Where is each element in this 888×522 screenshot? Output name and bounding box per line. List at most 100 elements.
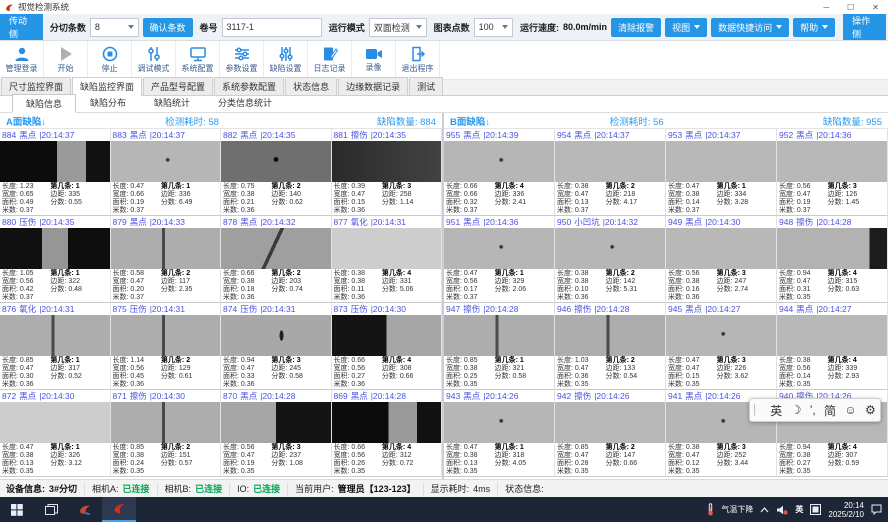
- run-mode-select[interactable]: 双面检测: [369, 18, 427, 37]
- defect-image[interactable]: [221, 315, 331, 356]
- tab-class-info-statistics[interactable]: 分类信息统计: [204, 93, 286, 112]
- defect-image[interactable]: [221, 228, 331, 269]
- defect-image[interactable]: [111, 315, 221, 356]
- panel-a-title[interactable]: A面缺陷↓: [6, 114, 46, 128]
- punctuation-toggle[interactable]: ’,: [810, 403, 816, 417]
- defect-image[interactable]: [666, 141, 776, 182]
- defect-cell[interactable]: 879 黑点 |20:14:33 长度: 0.58 宽度: 0.47 面积: 0…: [111, 216, 222, 303]
- tab-test[interactable]: 测试: [409, 77, 443, 95]
- defect-image[interactable]: [0, 141, 110, 182]
- defect-cell[interactable]: 883 黑点 |20:14:37 长度: 0.47 宽度: 0.66 面积: 0…: [111, 129, 222, 216]
- tab-size-monitor[interactable]: 尺寸监控界面: [1, 77, 71, 95]
- recording-button[interactable]: 录像: [352, 41, 396, 79]
- tab-defect-statistics[interactable]: 缺陷统计: [140, 93, 204, 112]
- defect-cell[interactable]: 881 擦伤 |20:14:35 长度: 0.39 宽度: 0.47 面积: 0…: [332, 129, 443, 216]
- defect-image[interactable]: [332, 402, 442, 443]
- defect-image[interactable]: [777, 315, 887, 356]
- taskbar-app-1[interactable]: [68, 497, 102, 522]
- ime-indicator-icon[interactable]: [810, 504, 821, 515]
- data-quick-access-menu-button[interactable]: 数据快捷访问: [711, 18, 789, 37]
- defect-image[interactable]: [555, 315, 665, 356]
- defect-cell[interactable]: 943 黑点 |20:14:26 长度: 0.47 宽度: 0.38 面积: 0…: [444, 390, 555, 477]
- defect-cell[interactable]: 869 黑点 |20:14:28 长度: 0.66 宽度: 0.56 面积: 0…: [332, 390, 443, 477]
- defect-cell[interactable]: 874 压伤 |20:14:31 长度: 0.94 宽度: 0.47 面积: 0…: [221, 303, 332, 390]
- defect-image[interactable]: [444, 402, 554, 443]
- defect-cell[interactable]: 884 黑点 |20:14:37 长度: 1.23 宽度: 0.65 面积: 0…: [0, 129, 111, 216]
- system-config-button[interactable]: 系统配置: [176, 41, 220, 79]
- defect-cell[interactable]: 954 黑点 |20:14:37 长度: 0.38 宽度: 0.47 面积: 0…: [555, 129, 666, 216]
- defect-cell[interactable]: 949 黑点 |20:14:30 长度: 0.56 宽度: 0.38 面积: 0…: [666, 216, 777, 303]
- defect-image[interactable]: [444, 315, 554, 356]
- ime-lang-toggle[interactable]: 英: [770, 402, 782, 419]
- panel-b-title[interactable]: B面缺陷↓: [450, 114, 490, 128]
- chart-points-select[interactable]: 100: [474, 18, 513, 37]
- defect-image[interactable]: [332, 315, 442, 356]
- defect-cell[interactable]: 955 黑点 |20:14:39 长度: 0.66 宽度: 0.66 面积: 0…: [444, 129, 555, 216]
- defect-cell[interactable]: 948 擦伤 |20:14:28 长度: 0.94 宽度: 0.47 面积: 0…: [777, 216, 888, 303]
- defect-cell[interactable]: 951 黑点 |20:14:36 长度: 0.47 宽度: 0.56 面积: 0…: [444, 216, 555, 303]
- defect-image[interactable]: [444, 141, 554, 182]
- defect-image[interactable]: [666, 315, 776, 356]
- defect-cell[interactable]: 875 压伤 |20:14:31 长度: 1.14 宽度: 0.56 面积: 0…: [111, 303, 222, 390]
- defect-cell[interactable]: 950 小凹坑 |20:14:32 长度: 0.38 宽度: 0.38 面积: …: [555, 216, 666, 303]
- defect-image[interactable]: [111, 141, 221, 182]
- slit-count-select[interactable]: 8: [90, 18, 139, 37]
- simplified-toggle[interactable]: 简: [824, 402, 836, 419]
- debug-mode-button[interactable]: 调试模式: [132, 41, 176, 79]
- clear-alarm-button[interactable]: 清除报警: [611, 18, 661, 37]
- log-record-button[interactable]: 日志记录: [308, 41, 352, 79]
- help-menu-button[interactable]: 帮助: [793, 18, 835, 37]
- defect-image[interactable]: [332, 141, 442, 182]
- roll-number-input[interactable]: 3117-1: [222, 18, 322, 37]
- defect-image[interactable]: [444, 228, 554, 269]
- confirm-count-button[interactable]: 确认条数: [143, 18, 193, 37]
- ime-drag-handle[interactable]: ▏: [754, 405, 762, 416]
- taskbar-clock[interactable]: 20:14 2025/2/10: [828, 501, 864, 519]
- defect-image[interactable]: [666, 228, 776, 269]
- defect-image[interactable]: [221, 141, 331, 182]
- defect-cell[interactable]: 952 黑点 |20:14:36 长度: 0.56 宽度: 0.47 面积: 0…: [777, 129, 888, 216]
- defect-image[interactable]: [332, 228, 442, 269]
- defect-cell[interactable]: 882 黑点 |20:14:35 长度: 0.75 宽度: 0.38 面积: 0…: [221, 129, 332, 216]
- drive-side-button[interactable]: 传动侧: [0, 14, 43, 40]
- gear-icon[interactable]: ⚙: [865, 403, 876, 417]
- maximize-button[interactable]: ☐: [847, 3, 854, 12]
- exit-program-button[interactable]: 退出程序: [396, 41, 440, 79]
- tab-status-info[interactable]: 状态信息: [285, 77, 337, 95]
- defect-image[interactable]: [0, 315, 110, 356]
- view-menu-button[interactable]: 视图: [665, 18, 707, 37]
- taskbar-app-2-active[interactable]: [102, 497, 136, 522]
- tab-defect-info[interactable]: 缺陷信息: [12, 94, 76, 113]
- defect-image[interactable]: [777, 228, 887, 269]
- minimize-button[interactable]: ─: [823, 3, 829, 12]
- defect-image[interactable]: [0, 402, 110, 443]
- defect-image[interactable]: [555, 228, 665, 269]
- defect-image[interactable]: [221, 402, 331, 443]
- start-menu-button[interactable]: [0, 497, 34, 522]
- defect-cell[interactable]: 942 擦伤 |20:14:26 长度: 0.85 宽度: 0.47 面积: 0…: [555, 390, 666, 477]
- admin-login-button[interactable]: 管理登录: [0, 41, 44, 79]
- volume-icon[interactable]: [776, 505, 788, 515]
- defect-image[interactable]: [111, 228, 221, 269]
- defect-cell[interactable]: 876 氧化 |20:14:31 长度: 0.85 宽度: 0.47 面积: 0…: [0, 303, 111, 390]
- defect-cell[interactable]: 878 黑点 |20:14:32 长度: 0.66 宽度: 0.38 面积: 0…: [221, 216, 332, 303]
- emoji-icon[interactable]: ☺: [844, 403, 856, 417]
- defect-settings-button[interactable]: 缺陷设置: [264, 41, 308, 79]
- weather-text[interactable]: 气温下降: [721, 504, 753, 515]
- defect-cell[interactable]: 945 黑点 |20:14:27 长度: 0.47 宽度: 0.47 面积: 0…: [666, 303, 777, 390]
- defect-cell[interactable]: 877 氧化 |20:14:31 长度: 0.38 宽度: 0.38 面积: 0…: [332, 216, 443, 303]
- operator-side-button[interactable]: 操作侧: [843, 14, 886, 40]
- close-button[interactable]: ✕: [872, 3, 879, 12]
- moon-icon[interactable]: ☽: [791, 403, 802, 417]
- task-view-button[interactable]: [34, 497, 68, 522]
- defect-cell[interactable]: 944 黑点 |20:14:27 长度: 0.38 宽度: 0.56 面积: 0…: [777, 303, 888, 390]
- defect-image[interactable]: [111, 402, 221, 443]
- defect-cell[interactable]: 953 黑点 |20:14:37 长度: 0.47 宽度: 0.38 面积: 0…: [666, 129, 777, 216]
- start-button[interactable]: 开始: [44, 41, 88, 79]
- defect-cell[interactable]: 871 擦伤 |20:14:30 长度: 0.85 宽度: 0.38 面积: 0…: [111, 390, 222, 477]
- tab-edge-data-record[interactable]: 边缘数据记录: [338, 77, 408, 95]
- defect-image[interactable]: [555, 402, 665, 443]
- defect-image[interactable]: [555, 141, 665, 182]
- defect-cell[interactable]: 947 擦伤 |20:14:28 长度: 0.85 宽度: 0.38 面积: 0…: [444, 303, 555, 390]
- defect-cell[interactable]: 870 黑点 |20:14:28 长度: 0.56 宽度: 0.47 面积: 0…: [221, 390, 332, 477]
